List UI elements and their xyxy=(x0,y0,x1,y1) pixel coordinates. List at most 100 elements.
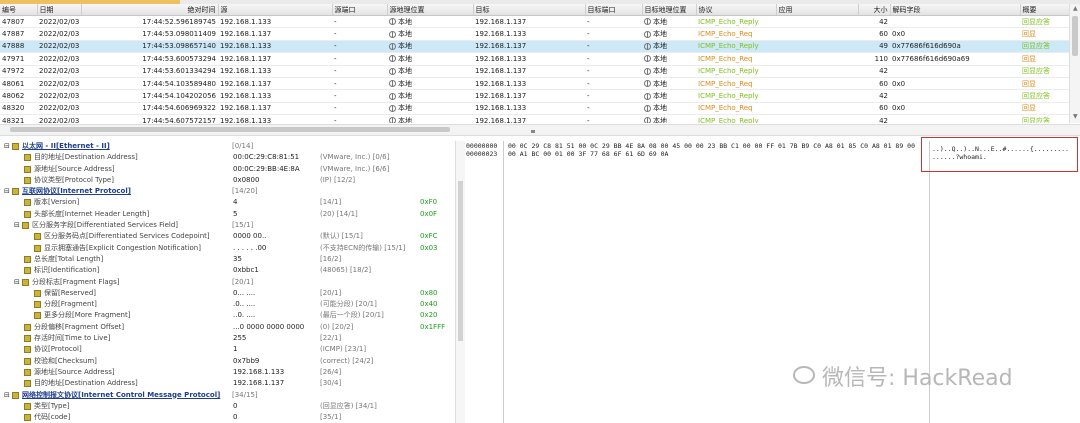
expand-toggle-icon[interactable]: ⊟ xyxy=(4,141,10,152)
tree-node[interactable]: ⊟ 区分服务字段[Differentiated Services Field] [1… xyxy=(0,220,455,231)
table-cell-dport: - xyxy=(585,52,642,66)
tree-scroll-thumb[interactable] xyxy=(458,181,463,341)
column-header[interactable]: 源 xyxy=(218,4,333,16)
tree-node[interactable]: 显示拥塞通告[Explicit Congestion Notification]… xyxy=(0,243,455,254)
table-row[interactable]: 48061 2022/02/03 17:44:54.103589480 192.168… xyxy=(0,77,1069,91)
tree-node[interactable]: 存活时间[Time to Live] 255 [22/1] xyxy=(0,333,455,344)
field-description: (20) [14/1] xyxy=(320,209,358,218)
table-row[interactable]: 47887 2022/02/03 17:44:53.098011409 192.168… xyxy=(0,27,1069,41)
column-header[interactable]: 解码字段 xyxy=(890,4,1021,16)
table-cell-dst: 192.168.1.133 xyxy=(473,102,585,116)
tree-node[interactable]: 源地址[Source Address] 00:0C:29:BB:4E:8A (VMw… xyxy=(0,164,455,175)
field-name: 显示拥塞通告[Explicit Congestion Notification] xyxy=(44,243,201,252)
field-name: 校验和[Checksum] xyxy=(34,356,97,365)
field-value: 0... .... xyxy=(233,288,256,297)
field-value: 0 xyxy=(233,401,238,410)
tree-node[interactable]: 目的地址[Destination Address] 192.168.1.137 [3… xyxy=(0,378,455,389)
expand-toggle-icon[interactable]: ⊟ xyxy=(4,186,10,197)
table-row[interactable]: 48062 2022/02/03 17:44:54.104202056 192.168… xyxy=(0,89,1069,103)
location-label: 本地 xyxy=(398,30,412,39)
column-header[interactable]: 大小 xyxy=(858,4,891,16)
table-cell-dloc: 本地 xyxy=(642,89,696,103)
splitter-handle[interactable] xyxy=(531,130,535,133)
table-row[interactable]: 48321 2022/02/03 17:44:54.607572157 192.168… xyxy=(0,114,1069,123)
table-cell-decode: 0x0 xyxy=(890,77,1020,91)
table-cell-app xyxy=(776,102,858,116)
tree-node[interactable]: ⊟ 互联网协议[Internet Protocol] [14/20] xyxy=(0,186,455,197)
column-header[interactable]: 目标地理位置 xyxy=(642,4,697,16)
table-cell-size: 60 xyxy=(858,27,890,41)
location-label: 本地 xyxy=(653,67,667,76)
tree-node[interactable]: ⊟ 分段标志[Fragment Flags] [20/1] xyxy=(0,277,455,288)
field-value: 00:0C:29:BB:4E:8A xyxy=(233,164,300,173)
column-header[interactable]: 应用 xyxy=(776,4,859,16)
tree-node[interactable]: 协议[Protocol] 1 (ICMP) [23/1] xyxy=(0,344,455,355)
field-icon xyxy=(24,267,31,275)
tree-node[interactable]: 版本[Version] 4 [14/1] 0xF0 xyxy=(0,197,455,208)
scroll-thumb[interactable] xyxy=(1072,16,1078,56)
table-cell-summary: 回显应答 xyxy=(1020,89,1069,103)
tree-node[interactable]: 类型[Type] 0 (回显应答) [34/1] xyxy=(0,401,455,412)
table-cell-size: 60 xyxy=(858,77,890,91)
table-cell-date: 2022/02/03 xyxy=(37,89,81,103)
column-header[interactable]: 源地理位置 xyxy=(387,4,474,16)
table-cell-src: 192.168.1.133 xyxy=(218,15,332,29)
tree-node[interactable]: 头部长度[Internet Header Length] 5 (20) [14/1]… xyxy=(0,209,455,220)
tree-node[interactable]: 区分服务码点[Differentiated Services Codepoint… xyxy=(0,231,455,242)
table-row[interactable]: 47807 2022/02/03 17:44:52.596189745 192.168… xyxy=(0,15,1069,29)
column-header[interactable]: 日期 xyxy=(37,4,82,16)
packet-list-hscrollbar[interactable] xyxy=(0,124,1080,136)
location-label: 本地 xyxy=(653,79,667,88)
table-row[interactable]: 47972 2022/02/03 17:44:53.601334294 192.168… xyxy=(0,65,1069,78)
field-icon xyxy=(12,188,19,196)
field-description: (48065) [18/2] xyxy=(320,266,372,275)
tree-node[interactable]: 保留[Reserved] 0... .... [20/1] 0x80 xyxy=(0,288,455,299)
table-cell-size: 42 xyxy=(858,15,890,29)
tree-node[interactable]: 分段[Fragment] .0.. .... (可能分段) [20/1] 0x40 xyxy=(0,299,455,310)
field-name: 源地址[Source Address] xyxy=(34,164,115,173)
column-header[interactable]: 编号 xyxy=(0,4,38,16)
expand-toggle-icon[interactable]: ⊟ xyxy=(14,277,20,288)
column-header[interactable]: 源端口 xyxy=(332,4,388,16)
scroll-down-icon[interactable]: ▼ xyxy=(1073,113,1078,120)
field-description: (不支持ECN的传输) [15/1] xyxy=(320,243,406,252)
tree-node[interactable]: ⊟ 网络控制报文协议[Internet Control Message Proto… xyxy=(0,390,455,401)
table-cell-sport: - xyxy=(332,77,387,91)
tree-node[interactable]: 协议类型[Protocol Type] 0x0800 (IP) [12/2] xyxy=(0,175,455,186)
expand-toggle-icon[interactable]: ⊟ xyxy=(14,220,20,231)
field-icon xyxy=(24,368,31,376)
table-cell-summary: 回显应答 xyxy=(1020,40,1069,54)
table-cell-app xyxy=(776,15,858,29)
hscroll-thumb[interactable] xyxy=(10,127,450,132)
column-header[interactable]: 目标 xyxy=(473,4,586,16)
column-header[interactable]: 协议 xyxy=(696,4,777,16)
field-range: [15/1] xyxy=(232,221,254,230)
globe-icon xyxy=(644,30,651,38)
expand-toggle-icon[interactable]: ⊟ xyxy=(4,390,10,401)
tree-node[interactable]: 校验和[Checksum] 0x7bb9 (correct) [24/2] xyxy=(0,356,455,367)
column-header[interactable]: 概要 xyxy=(1020,4,1069,16)
column-header[interactable]: 目标端口 xyxy=(585,4,643,16)
tree-node[interactable]: 标识[Identification] 0xbbc1 (48065) [18/2] xyxy=(0,265,455,276)
decode-tree-scrollbar[interactable] xyxy=(455,141,465,423)
tree-node[interactable]: 分段偏移[Fragment Offset] ...0 0000 0000 0000… xyxy=(0,322,455,333)
tree-node[interactable]: 目的地址[Destination Address] 00:0C:29:C8:81:… xyxy=(0,152,455,163)
table-cell-dloc: 本地 xyxy=(642,40,696,54)
scroll-up-icon[interactable]: ▲ xyxy=(1073,5,1078,12)
column-header[interactable]: 绝对时间 xyxy=(81,4,219,16)
packet-list-vscrollbar[interactable]: ▲ ▼ xyxy=(1069,4,1080,123)
table-cell-summary: 回显应答 xyxy=(1020,15,1069,29)
tree-node[interactable]: 总长度[Total Length] 35 [16/2] xyxy=(0,254,455,265)
tree-node[interactable]: 代码[code] 0 [35/1] xyxy=(0,412,455,423)
field-icon xyxy=(24,176,31,184)
table-row[interactable]: 47888 2022/02/03 17:44:53.098657140 192.168… xyxy=(0,40,1069,54)
table-cell-time: 17:44:54.606969322 xyxy=(81,102,218,116)
tree-node[interactable]: 更多分段[More Fragment] ..0. .... (最后一个段) [20/… xyxy=(0,310,455,321)
location-label: 本地 xyxy=(398,79,412,88)
globe-icon xyxy=(389,104,396,112)
tree-node[interactable]: ⊟ 以太网 - II[Ethernet - II] [0/14] xyxy=(0,141,455,152)
tree-node[interactable]: 源地址[Source Address] 192.168.1.133 [26/4] xyxy=(0,367,455,378)
table-row[interactable]: 48320 2022/02/03 17:44:54.606969322 192.168… xyxy=(0,102,1069,116)
table-row[interactable]: 47971 2022/02/03 17:44:53.600573294 192.168… xyxy=(0,52,1069,66)
table-cell-decode xyxy=(890,15,1020,29)
